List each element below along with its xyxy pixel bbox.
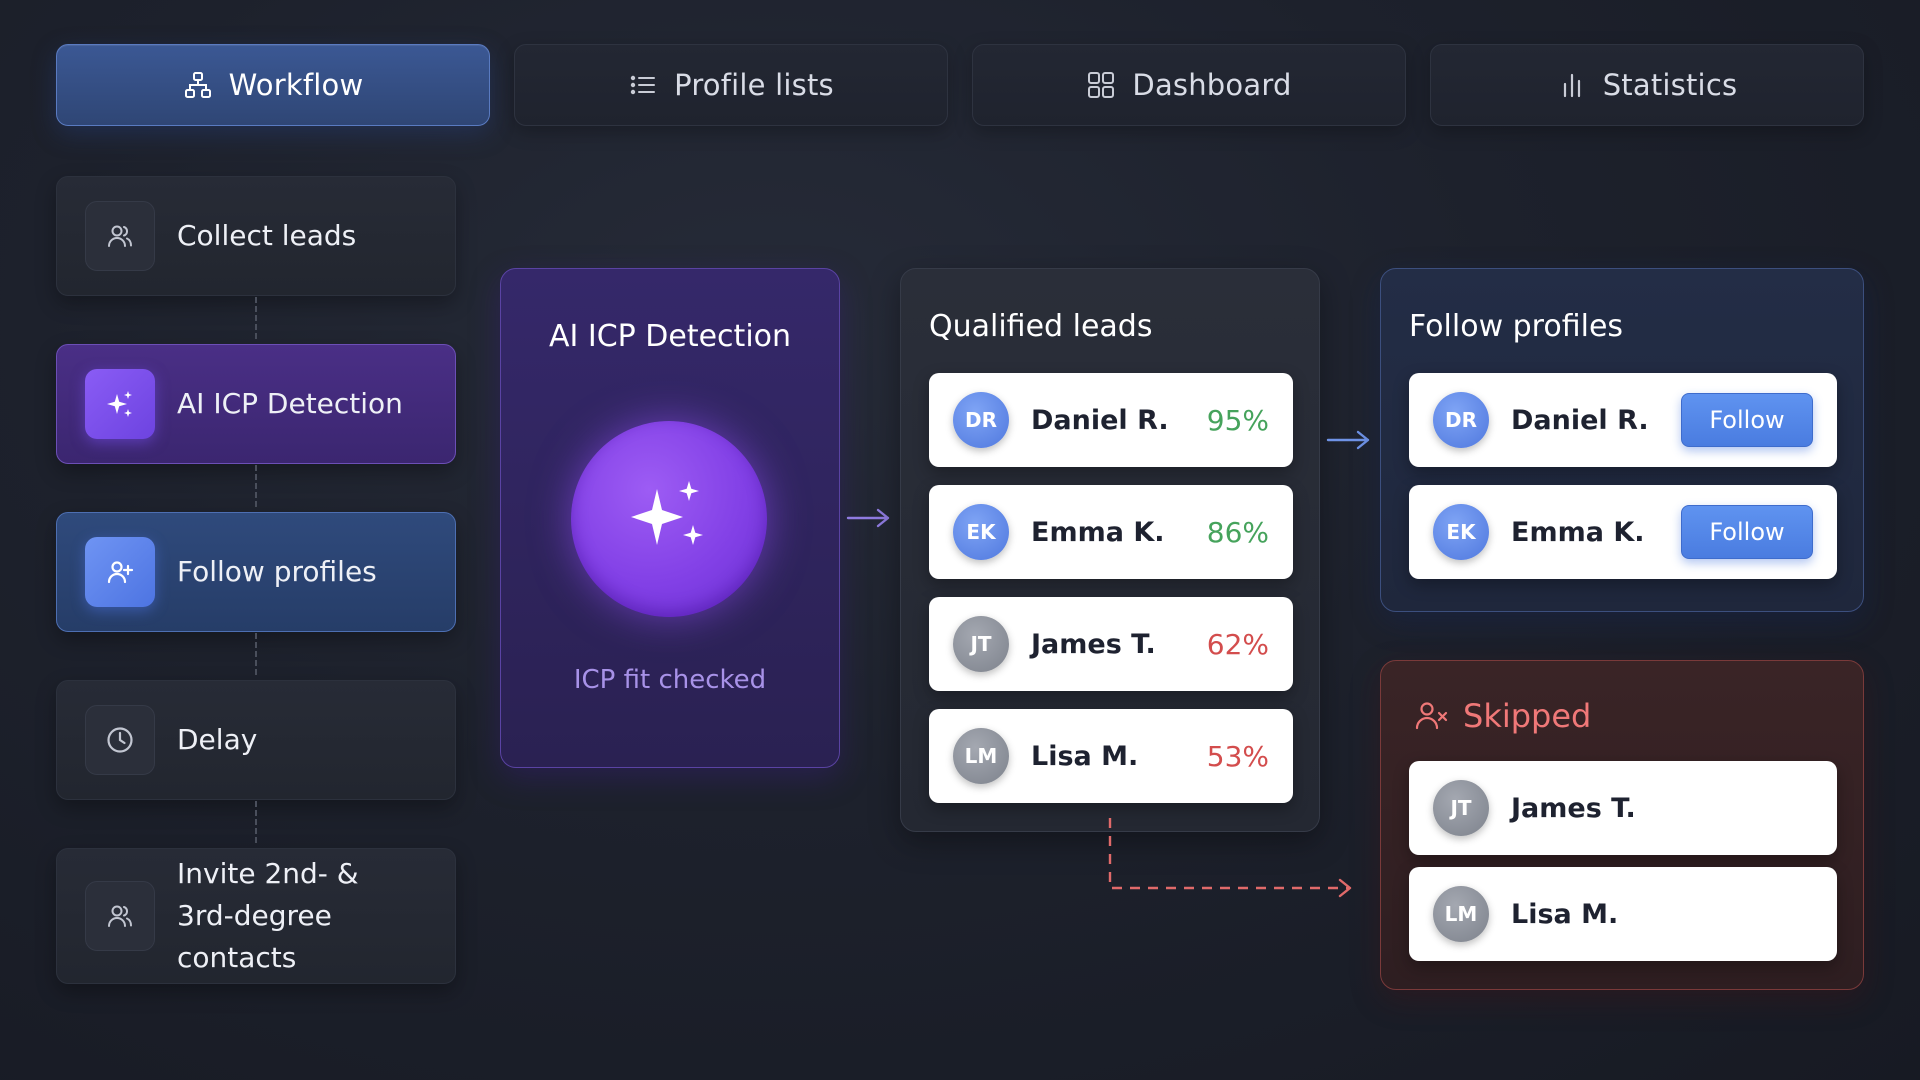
bar-chart-icon	[1557, 70, 1587, 100]
step-collect-leads[interactable]: Collect leads	[56, 176, 456, 296]
step-label: Collect leads	[177, 219, 357, 252]
profile-name: Daniel R.	[1511, 404, 1649, 436]
user-x-icon	[1413, 698, 1449, 734]
profile-name: James T.	[1511, 792, 1636, 824]
lead-card[interactable]: EK Emma K. 86%	[929, 485, 1293, 579]
connector-line	[255, 297, 257, 339]
lead-card[interactable]: LM Lisa M. 53%	[929, 709, 1293, 803]
tab-dashboard[interactable]: Dashboard	[972, 44, 1406, 126]
follow-profiles-title: Follow profiles	[1409, 309, 1624, 344]
sparkles-icon	[85, 369, 155, 439]
tab-label: Profile lists	[674, 68, 834, 102]
avatar: JT	[1433, 780, 1489, 836]
lead-name: James T.	[1031, 628, 1156, 660]
avatar: LM	[953, 728, 1009, 784]
connector-line	[255, 801, 257, 843]
connector-line	[255, 633, 257, 675]
qualified-leads-title: Qualified leads	[929, 309, 1153, 344]
connector-line	[255, 465, 257, 507]
step-label-line2: 3rd-degree contacts	[177, 899, 332, 974]
sparkles-icon	[631, 481, 703, 545]
profile-card: EK Emma K. Follow	[1409, 485, 1837, 579]
profile-name: Emma K.	[1511, 516, 1645, 548]
step-delay[interactable]: Delay	[56, 680, 456, 800]
avatar: LM	[1433, 886, 1489, 942]
tab-label: Dashboard	[1132, 68, 1292, 102]
dashboard-grid-icon	[1086, 70, 1116, 100]
skip-connector-arrow	[1108, 818, 1352, 898]
clock-icon	[85, 705, 155, 775]
profile-card: DR Daniel R. Follow	[1409, 373, 1837, 467]
ai-icp-panel: AI ICP Detection ICP fit checked	[500, 268, 840, 768]
ai-panel-caption: ICP fit checked	[573, 665, 767, 695]
lead-score: 86%	[1206, 515, 1269, 549]
arrow-right-icon	[846, 508, 890, 528]
arrow-right-icon	[1326, 430, 1370, 450]
skipped-card: JT James T.	[1409, 761, 1837, 855]
ai-panel-title: AI ICP Detection	[548, 319, 792, 354]
step-follow-profiles[interactable]: Follow profiles	[56, 512, 456, 632]
tab-label: Statistics	[1602, 68, 1738, 102]
lead-card[interactable]: DR Daniel R. 95%	[929, 373, 1293, 467]
lead-card[interactable]: JT James T. 62%	[929, 597, 1293, 691]
avatar: EK	[953, 504, 1009, 560]
user-plus-icon	[85, 537, 155, 607]
tab-statistics[interactable]: Statistics	[1430, 44, 1864, 126]
lead-score: 53%	[1206, 739, 1269, 773]
lead-name: Emma K.	[1031, 516, 1165, 548]
step-label: Delay	[177, 723, 258, 756]
tab-label: Workflow	[228, 68, 364, 102]
follow-button[interactable]: Follow	[1681, 393, 1813, 447]
lead-score: 62%	[1206, 627, 1269, 661]
avatar: DR	[1433, 392, 1489, 448]
list-icon	[628, 70, 658, 100]
lead-name: Lisa M.	[1031, 740, 1139, 772]
avatar: DR	[953, 392, 1009, 448]
tab-profile-lists[interactable]: Profile lists	[514, 44, 948, 126]
users-icon	[85, 201, 155, 271]
avatar: JT	[953, 616, 1009, 672]
ai-orb	[571, 421, 767, 617]
skipped-title-row: Skipped	[1413, 697, 1591, 735]
follow-profiles-panel: Follow profiles DR Daniel R. Follow EK E…	[1380, 268, 1864, 612]
avatar: EK	[1433, 504, 1489, 560]
lead-name: Daniel R.	[1031, 404, 1169, 436]
skipped-title: Skipped	[1463, 697, 1592, 735]
skipped-panel: Skipped JT James T. LM Lisa M.	[1380, 660, 1864, 990]
lead-score: 95%	[1206, 403, 1269, 437]
tab-workflow[interactable]: Workflow	[56, 44, 490, 126]
workflow-icon	[183, 70, 213, 100]
step-label: Invite 2nd- & 3rd-degree contacts	[177, 853, 455, 979]
profile-name: Lisa M.	[1511, 898, 1619, 930]
skipped-card: LM Lisa M.	[1409, 867, 1837, 961]
step-invite-contacts[interactable]: Invite 2nd- & 3rd-degree contacts	[56, 848, 456, 984]
step-label-line1: Invite 2nd- &	[177, 857, 359, 890]
follow-button[interactable]: Follow	[1681, 505, 1813, 559]
step-label: AI ICP Detection	[177, 387, 403, 420]
users-icon	[85, 881, 155, 951]
step-label: Follow profiles	[177, 555, 377, 588]
qualified-leads-panel: Qualified leads DR Daniel R. 95% EK Emma…	[900, 268, 1320, 832]
step-ai-icp-detection[interactable]: AI ICP Detection	[56, 344, 456, 464]
